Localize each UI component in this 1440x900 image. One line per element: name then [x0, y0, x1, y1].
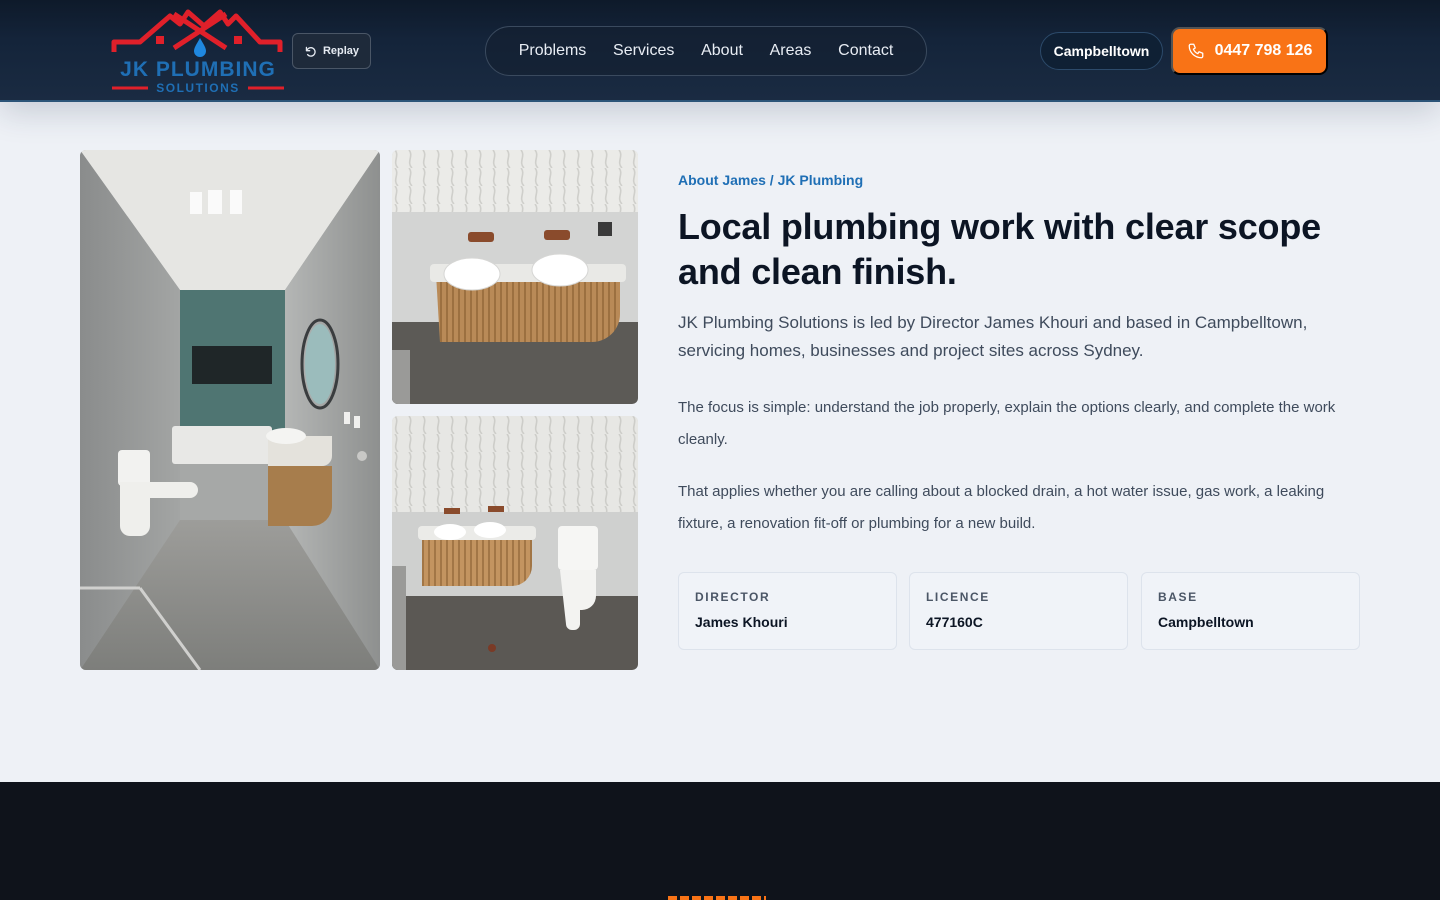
replay-button[interactable]: Replay [292, 33, 371, 69]
nav-item-areas[interactable]: Areas [770, 42, 812, 60]
fact-card-licence: LICENCE 477160C [909, 572, 1128, 650]
nav-item-problems[interactable]: Problems [519, 42, 587, 60]
svg-text:JK PLUMBING: JK PLUMBING [120, 58, 276, 81]
fact-value: James Khouri [695, 614, 788, 630]
fact-value: Campbelltown [1158, 614, 1254, 630]
next-section [0, 782, 1440, 900]
logo-house-icon: JK PLUMBING SOLUTIONS [111, 9, 284, 95]
section-paragraph: That applies whether you are calling abo… [678, 483, 1325, 532]
vanity-image [392, 150, 638, 404]
fact-value: 477160C [926, 614, 983, 630]
replay-label: Replay [322, 45, 360, 57]
bathroom-photo-main [80, 150, 380, 670]
bathroom-image [80, 150, 380, 670]
section-lead: JK Plumbing Solutions is led by Director… [678, 313, 1308, 360]
fact-card-director: DIRECTOR James Khouri [678, 572, 897, 650]
brand-logo[interactable]: JK PLUMBING SOLUTIONS [110, 8, 286, 95]
nav-item-contact[interactable]: Contact [838, 42, 893, 60]
section-paragraph: The focus is simple: understand the job … [678, 399, 1336, 448]
section-heading: Local plumbing work with clear scope and… [678, 206, 1321, 292]
next-section-eyebrow-partial [668, 896, 766, 900]
vanity-toilet-photo [392, 416, 638, 670]
main-nav: Problems Services About Areas Contact [485, 26, 927, 76]
location-button[interactable]: Campbelltown [1040, 32, 1163, 70]
nav-item-about[interactable]: About [701, 42, 743, 60]
refresh-icon [305, 46, 316, 57]
section-eyebrow: About James / JK Plumbing [678, 172, 864, 188]
call-button[interactable]: 0447 798 126 [1171, 27, 1328, 75]
fact-label: LICENCE [926, 590, 990, 604]
phone-label: 0447 798 126 [1214, 42, 1313, 59]
fact-label: BASE [1158, 590, 1198, 604]
vanity-toilet-image [392, 416, 638, 670]
vanity-photo [392, 150, 638, 404]
nav-item-services[interactable]: Services [613, 42, 674, 60]
fact-label: DIRECTOR [695, 590, 771, 604]
svg-text:SOLUTIONS: SOLUTIONS [156, 81, 240, 94]
phone-icon [1188, 43, 1203, 59]
site-header: JK PLUMBING SOLUTIONS Replay Problems Se… [0, 0, 1440, 102]
fact-card-base: BASE Campbelltown [1141, 572, 1360, 650]
